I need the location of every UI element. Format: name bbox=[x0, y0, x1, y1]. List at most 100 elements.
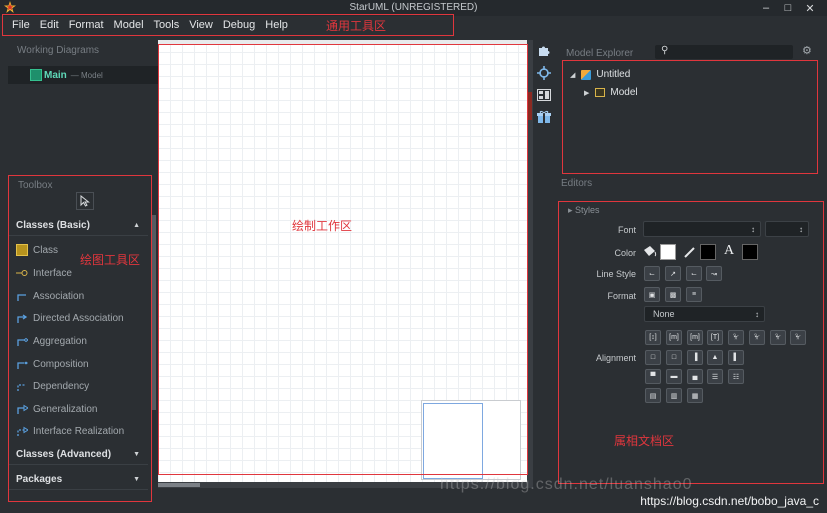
model-search-input[interactable] bbox=[655, 45, 793, 59]
same-height-button[interactable]: ▥ bbox=[666, 388, 682, 403]
menu-model[interactable]: Model bbox=[114, 19, 144, 31]
minimap-viewport[interactable] bbox=[423, 403, 483, 479]
font-color-letter-icon[interactable]: A bbox=[724, 243, 740, 259]
association-icon bbox=[17, 294, 26, 301]
project-cube-icon bbox=[581, 69, 592, 80]
align-right-button[interactable]: ▌ bbox=[728, 350, 744, 365]
model-package-icon bbox=[595, 88, 606, 97]
close-button[interactable]: ✕ bbox=[799, 0, 821, 16]
fill-color-swatch[interactable] bbox=[660, 244, 676, 260]
title-bar: StarUML (UNREGISTERED) – □ ✕ bbox=[0, 0, 827, 16]
tool-interface-realization[interactable]: Interface Realization bbox=[16, 422, 124, 440]
group-label: Packages bbox=[16, 474, 63, 485]
menu-debug[interactable]: Debug bbox=[223, 19, 255, 31]
font-size-dropdown[interactable]: ↕ bbox=[765, 221, 809, 237]
fill-bucket-icon[interactable] bbox=[642, 244, 658, 260]
format-shadow-button[interactable]: ▩ bbox=[665, 287, 681, 302]
styles-section-toggle[interactable]: ▸ Styles bbox=[568, 205, 600, 216]
line-pen-icon[interactable] bbox=[682, 244, 698, 260]
same-size-button[interactable]: ▦ bbox=[687, 388, 703, 403]
styles-heading: Styles bbox=[575, 205, 600, 215]
menu-format[interactable]: Format bbox=[69, 19, 104, 31]
tree-item-model[interactable]: ▶ Model bbox=[584, 87, 638, 98]
align-top-edge-button[interactable]: ▀ bbox=[645, 369, 661, 384]
tool-label: Aggregation bbox=[33, 335, 87, 347]
format-auto-resize-button[interactable]: ▣ bbox=[644, 287, 660, 302]
expand-arrow-icon: ▼ bbox=[133, 451, 140, 458]
align-top-button[interactable]: [↕] bbox=[645, 330, 661, 345]
tree-label: Model bbox=[610, 87, 638, 98]
canvas-vertical-scroll-thumb[interactable] bbox=[528, 92, 532, 120]
window-controls: – □ ✕ bbox=[755, 0, 821, 16]
menu-file[interactable]: File bbox=[12, 19, 30, 31]
tool-directed-association[interactable]: Directed Association bbox=[16, 309, 124, 327]
tool-association[interactable]: Association bbox=[16, 287, 84, 305]
tool-interface[interactable]: Interface bbox=[16, 264, 72, 282]
toolbox-group-classes-advanced[interactable]: Classes (Advanced) ▼ bbox=[8, 445, 148, 465]
interface-icon bbox=[16, 270, 28, 276]
align-space-even-horizontal-button[interactable]: ⏧ bbox=[728, 330, 744, 345]
same-width-button[interactable]: ▤ bbox=[645, 388, 661, 403]
align-left-button[interactable]: ▐ bbox=[687, 350, 703, 365]
group-label: Classes (Advanced) bbox=[16, 449, 112, 460]
spinner-arrows-icon: ↕ bbox=[799, 224, 803, 234]
tool-label: Dependency bbox=[33, 380, 90, 392]
navigate-crosshair-icon[interactable] bbox=[535, 64, 553, 82]
line-style-oblique-button[interactable]: ↗ bbox=[665, 266, 681, 281]
tree-collapsed-arrow-icon[interactable]: ▶ bbox=[584, 89, 589, 97]
spinner-arrows-icon: ↕ bbox=[751, 224, 755, 234]
distribute-vertical-button[interactable]: ☷ bbox=[728, 369, 744, 384]
line-style-curve-button[interactable]: ↝ bbox=[706, 266, 722, 281]
tree-item-untitled[interactable]: ◢ Untitled bbox=[570, 69, 630, 80]
tool-class[interactable]: Class bbox=[16, 241, 58, 259]
line-color-swatch[interactable] bbox=[700, 244, 716, 260]
spinner-arrows-icon: ↕ bbox=[755, 309, 759, 319]
layout-panels-icon[interactable] bbox=[535, 86, 553, 104]
minimize-button[interactable]: – bbox=[755, 0, 777, 16]
stereotype-display-dropdown[interactable]: None ↕ bbox=[644, 306, 765, 322]
select-cursor-tool[interactable] bbox=[76, 192, 94, 210]
toolbox-group-classes-basic[interactable]: Classes (Basic) ▲ bbox=[8, 216, 148, 236]
tree-expanded-arrow-icon[interactable]: ◢ bbox=[570, 71, 575, 79]
class-icon bbox=[16, 244, 28, 256]
working-diagram-main[interactable]: Main — Model bbox=[8, 66, 158, 84]
tool-generalization[interactable]: Generalization bbox=[16, 400, 97, 418]
align-center-button[interactable]: ▲ bbox=[707, 350, 723, 365]
send-to-back-button[interactable]: □ bbox=[666, 350, 682, 365]
distribute-horizontal-button[interactable]: ☰ bbox=[707, 369, 723, 384]
menu-view[interactable]: View bbox=[189, 19, 213, 31]
align-bottom-edge-button[interactable]: ▄ bbox=[687, 369, 703, 384]
format-word-wrap-button[interactable]: ≡ bbox=[686, 287, 702, 302]
align-bottom-button[interactable]: [m] bbox=[687, 330, 703, 345]
gear-icon[interactable]: ⚙ bbox=[802, 44, 812, 57]
menu-edit[interactable]: Edit bbox=[40, 19, 59, 31]
toolbox-group-packages[interactable]: Packages ▼ bbox=[8, 470, 148, 490]
align-same-height-button[interactable]: ⏧ bbox=[790, 330, 806, 345]
menu-bar: File Edit Format Model Tools View Debug … bbox=[0, 16, 827, 34]
menu-help[interactable]: Help bbox=[265, 19, 288, 31]
align-middle-button[interactable]: [m] bbox=[666, 330, 682, 345]
toolbox-scrollbar[interactable] bbox=[152, 215, 156, 410]
diagram-label: Main bbox=[44, 69, 67, 81]
menu-tools[interactable]: Tools bbox=[154, 19, 180, 31]
working-diagrams-heading: Working Diagrams bbox=[17, 45, 100, 56]
diagram-minimap[interactable] bbox=[421, 400, 521, 480]
line-style-rectilinear-button[interactable]: ⌙ bbox=[644, 266, 660, 281]
gift-icon[interactable] bbox=[535, 108, 553, 126]
maximize-button[interactable]: □ bbox=[777, 0, 799, 16]
tool-aggregation[interactable]: Aggregation bbox=[16, 332, 87, 350]
bring-to-front-button[interactable]: □ bbox=[645, 350, 661, 365]
font-color-swatch[interactable] bbox=[742, 244, 758, 260]
align-space-even-vertical-button[interactable]: ⏧ bbox=[749, 330, 765, 345]
tool-dependency[interactable]: Dependency bbox=[16, 377, 89, 395]
tool-composition[interactable]: Composition bbox=[16, 355, 89, 373]
align-text-button[interactable]: [T] bbox=[707, 330, 723, 345]
canvas-horizontal-scroll-thumb[interactable] bbox=[158, 483, 200, 487]
font-family-dropdown[interactable]: ↕ bbox=[643, 221, 761, 237]
align-same-width-button[interactable]: ⏧ bbox=[770, 330, 786, 345]
puzzle-extensions-icon[interactable] bbox=[535, 42, 553, 60]
tool-label: Generalization bbox=[33, 403, 98, 415]
annotation-label-properties: 属相文档区 bbox=[614, 434, 675, 448]
align-vertical-center-button[interactable]: ▬ bbox=[666, 369, 682, 384]
line-style-rounded-button[interactable]: ⌙ bbox=[686, 266, 702, 281]
